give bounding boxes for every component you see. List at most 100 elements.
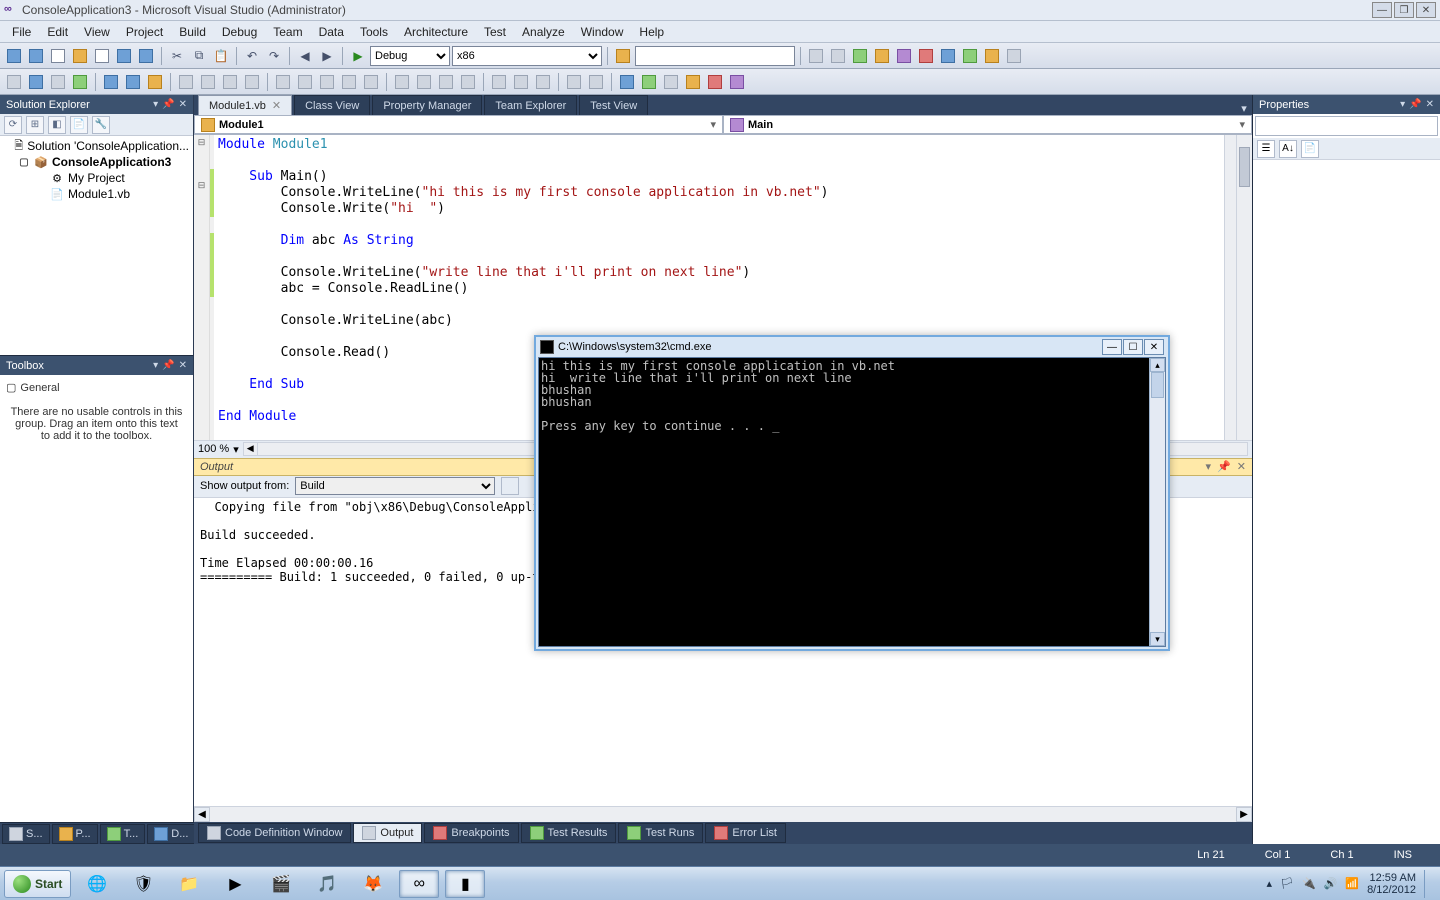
- alphabetical-icon[interactable]: A↓: [1279, 140, 1297, 158]
- pin-icon[interactable]: 📌: [1409, 99, 1421, 110]
- task-wmplayer-icon[interactable]: ▶: [215, 870, 255, 898]
- tab-class-view[interactable]: Class View: [294, 95, 370, 115]
- tb-icon-3[interactable]: [850, 46, 870, 66]
- menu-edit[interactable]: Edit: [39, 23, 76, 41]
- menu-project[interactable]: Project: [118, 23, 171, 41]
- t2-17[interactable]: [392, 72, 412, 92]
- task-chrome-icon[interactable]: 🌐: [77, 870, 117, 898]
- t2-7[interactable]: [145, 72, 165, 92]
- nav-forward-icon[interactable]: ▶: [317, 46, 337, 66]
- toolbox-group[interactable]: General: [20, 382, 59, 394]
- bottom-tab-test-results[interactable]: Test Results: [521, 823, 617, 843]
- t2-22[interactable]: [511, 72, 531, 92]
- pin-icon[interactable]: 📌: [162, 360, 174, 371]
- t2-15[interactable]: [339, 72, 359, 92]
- t2-19[interactable]: [436, 72, 456, 92]
- bottom-tab-output[interactable]: Output: [353, 823, 422, 843]
- pin-icon[interactable]: 📌: [1217, 460, 1231, 473]
- member-navigator[interactable]: Main▾: [723, 115, 1252, 134]
- t2-27[interactable]: [639, 72, 659, 92]
- menu-view[interactable]: View: [76, 23, 118, 41]
- nav-back-icon[interactable]: ◀: [295, 46, 315, 66]
- find-input[interactable]: [635, 46, 795, 66]
- t2-13[interactable]: [295, 72, 315, 92]
- se-btn-5[interactable]: 🔧: [92, 116, 110, 134]
- new-file-icon[interactable]: [48, 46, 68, 66]
- properties-object-dropdown[interactable]: [1255, 116, 1438, 136]
- cmd-output[interactable]: hi this is my first console application …: [539, 358, 1149, 646]
- side-tab-2[interactable]: T...: [100, 824, 146, 844]
- property-pages-icon[interactable]: 📄: [1301, 140, 1319, 158]
- tb-icon-5[interactable]: [894, 46, 914, 66]
- t2-10[interactable]: [220, 72, 240, 92]
- tb-icon-9[interactable]: [982, 46, 1002, 66]
- categorized-icon[interactable]: ☰: [1257, 140, 1275, 158]
- t2-25[interactable]: [586, 72, 606, 92]
- t2-5[interactable]: [101, 72, 121, 92]
- platform-dropdown[interactable]: x86: [452, 46, 602, 66]
- task-app5-icon[interactable]: 🎬: [261, 870, 301, 898]
- menu-data[interactable]: Data: [311, 23, 352, 41]
- menu-build[interactable]: Build: [171, 23, 214, 41]
- side-tab-3[interactable]: D...: [147, 824, 195, 844]
- redo-icon[interactable]: ↷: [264, 46, 284, 66]
- bottom-tab-test-runs[interactable]: Test Runs: [618, 823, 703, 843]
- output-source-dropdown[interactable]: Build: [295, 477, 495, 495]
- output-hscroll[interactable]: ◀▶: [194, 806, 1252, 822]
- zoom-level[interactable]: 100 %: [198, 443, 229, 455]
- t2-30[interactable]: [705, 72, 725, 92]
- tray-network-icon[interactable]: 📶: [1345, 877, 1359, 890]
- menu-debug[interactable]: Debug: [214, 23, 265, 41]
- restore-button[interactable]: ❐: [1394, 2, 1414, 18]
- editor-vscroll[interactable]: [1236, 135, 1252, 440]
- cmd-title-bar[interactable]: C:\Windows\system32\cmd.exe — ☐ ✕: [536, 337, 1168, 357]
- task-explorer-icon[interactable]: 📁: [169, 870, 209, 898]
- menu-help[interactable]: Help: [631, 23, 672, 41]
- copy-icon[interactable]: ⧉: [189, 46, 209, 66]
- panel-dropdown-icon[interactable]: ▾: [1206, 460, 1212, 473]
- tab-team-explorer[interactable]: Team Explorer: [484, 95, 577, 115]
- task-cmd-icon[interactable]: ▮: [445, 870, 485, 898]
- bottom-tab-code-def[interactable]: Code Definition Window: [198, 823, 351, 843]
- project-name[interactable]: ConsoleApplication3: [52, 155, 171, 169]
- save-icon[interactable]: [114, 46, 134, 66]
- start-debug-icon[interactable]: ▶: [348, 46, 368, 66]
- tray-power-icon[interactable]: 🔌: [1302, 877, 1316, 890]
- t2-6[interactable]: [123, 72, 143, 92]
- panel-dropdown-icon[interactable]: ▾: [1400, 99, 1405, 110]
- cmd-minimize-button[interactable]: —: [1102, 339, 1122, 355]
- find-in-files-icon[interactable]: [613, 46, 633, 66]
- t2-23[interactable]: [533, 72, 553, 92]
- task-firefox-icon[interactable]: 🦊: [353, 870, 393, 898]
- tb-icon-1[interactable]: [806, 46, 826, 66]
- t2-12[interactable]: [273, 72, 293, 92]
- side-tab-0[interactable]: S...: [2, 824, 50, 844]
- panel-dropdown-icon[interactable]: ▾: [153, 360, 158, 371]
- se-btn-2[interactable]: ⊞: [26, 116, 44, 134]
- t2-16[interactable]: [361, 72, 381, 92]
- t2-1[interactable]: [4, 72, 24, 92]
- cmd-close-button[interactable]: ✕: [1144, 339, 1164, 355]
- minimize-button[interactable]: —: [1372, 2, 1392, 18]
- cmd-window[interactable]: C:\Windows\system32\cmd.exe — ☐ ✕ hi thi…: [534, 335, 1170, 651]
- t2-4[interactable]: [70, 72, 90, 92]
- t2-9[interactable]: [198, 72, 218, 92]
- task-visualstudio-icon[interactable]: ∞: [399, 870, 439, 898]
- se-btn-1[interactable]: ⟳: [4, 116, 22, 134]
- task-itunes-icon[interactable]: 🎵: [307, 870, 347, 898]
- properties-grid[interactable]: [1253, 160, 1440, 844]
- system-tray[interactable]: ▴ 🏳 🔌 🔊 📶 12:59 AM 8/12/2012: [1266, 870, 1436, 898]
- t2-11[interactable]: [242, 72, 262, 92]
- paste-icon[interactable]: 📋: [211, 46, 231, 66]
- output-btn-1[interactable]: [501, 477, 519, 495]
- tab-property-manager[interactable]: Property Manager: [372, 95, 482, 115]
- t2-29[interactable]: [683, 72, 703, 92]
- menu-analyze[interactable]: Analyze: [514, 23, 573, 41]
- menu-tools[interactable]: Tools: [352, 23, 396, 41]
- solution-tree[interactable]: 🗎Solution 'ConsoleApplication... ▢📦Conso…: [0, 136, 193, 355]
- undo-icon[interactable]: ↶: [242, 46, 262, 66]
- tab-close-icon[interactable]: ✕: [272, 99, 281, 112]
- tb-icon-2[interactable]: [828, 46, 848, 66]
- tb-icon-4[interactable]: [872, 46, 892, 66]
- menu-window[interactable]: Window: [573, 23, 632, 41]
